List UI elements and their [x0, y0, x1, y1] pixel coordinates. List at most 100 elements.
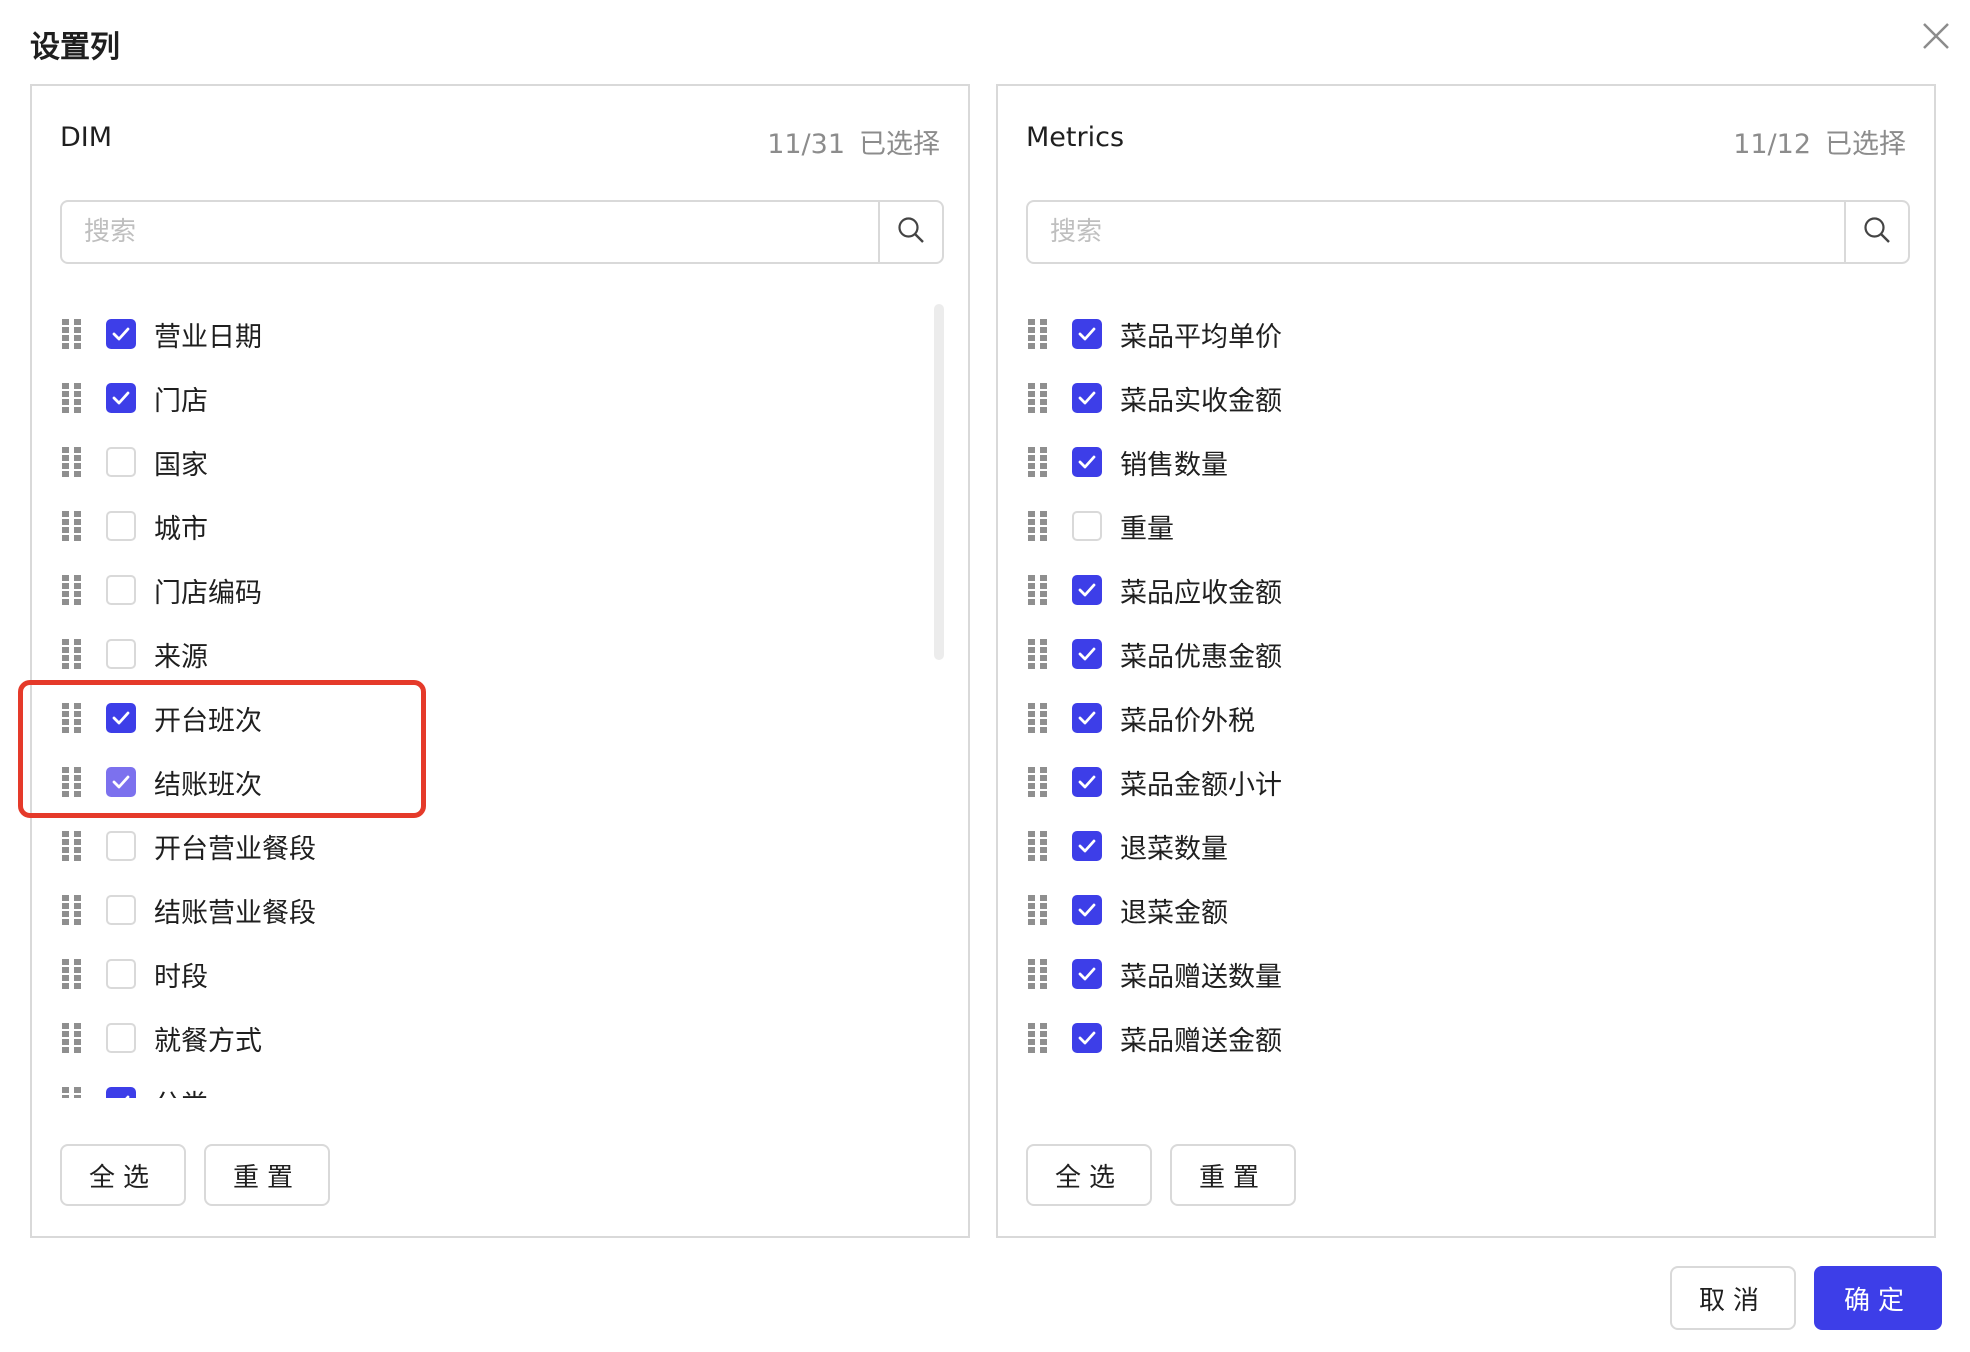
search-icon [1862, 215, 1892, 249]
drag-handle-icon[interactable] [1026, 446, 1050, 478]
metrics-select-all-button[interactable]: 全选 [1026, 1144, 1152, 1206]
checkbox[interactable] [106, 895, 136, 925]
checkbox[interactable] [1072, 639, 1102, 669]
dim-item-label: 国家 [154, 449, 208, 481]
dim-panel-title: DIM [60, 122, 113, 153]
checkbox[interactable] [106, 831, 136, 861]
metrics-item-label: 退菜金额 [1120, 897, 1228, 929]
dim-search-input[interactable] [62, 202, 878, 262]
metrics-item-label: 销售数量 [1120, 449, 1228, 481]
dim-list-item[interactable]: 城市 [60, 494, 910, 558]
dim-list-item[interactable]: 门店 [60, 366, 910, 430]
checkbox[interactable] [1072, 447, 1102, 477]
checkbox[interactable] [106, 1023, 136, 1053]
dim-list-item[interactable]: 分类 [60, 1070, 910, 1098]
checkbox[interactable] [1072, 511, 1102, 541]
checkbox[interactable] [106, 639, 136, 669]
metrics-reset-button[interactable]: 重置 [1170, 1144, 1296, 1206]
metrics-list-item[interactable]: 菜品优惠金额 [1026, 622, 1876, 686]
drag-handle-icon[interactable] [60, 1022, 84, 1054]
dim-list-item[interactable]: 门店编码 [60, 558, 910, 622]
checkbox[interactable] [106, 383, 136, 413]
confirm-button[interactable]: 确定 [1814, 1266, 1942, 1330]
close-icon[interactable] [1918, 18, 1954, 54]
drag-handle-icon[interactable] [1026, 702, 1050, 734]
drag-handle-icon[interactable] [1026, 318, 1050, 350]
drag-handle-icon[interactable] [60, 510, 84, 542]
metrics-item-label: 菜品赠送金额 [1120, 1025, 1282, 1057]
dim-list-item[interactable]: 时段 [60, 942, 910, 1006]
metrics-item-list[interactable]: 菜品平均单价菜品实收金额 销售数量重量菜品应收金额菜品优惠金额 菜品价外税 菜品金额小… [1026, 302, 1876, 1098]
highlight-annotation [18, 680, 426, 818]
drag-handle-icon[interactable] [60, 318, 84, 350]
metrics-list-item[interactable]: 重量 [1026, 494, 1876, 558]
dim-item-label: 营业日期 [154, 321, 262, 353]
checkbox[interactable] [106, 575, 136, 605]
dim-list-item[interactable]: 来源 [60, 622, 910, 686]
metrics-search-box [1026, 200, 1910, 264]
metrics-list-item[interactable]: 菜品赠送金额 [1026, 1006, 1876, 1070]
metrics-item-label: 重量 [1120, 513, 1174, 545]
checkbox[interactable] [1072, 319, 1102, 349]
drag-handle-icon[interactable] [1026, 830, 1050, 862]
drag-handle-icon[interactable] [60, 574, 84, 606]
drag-handle-icon[interactable] [1026, 958, 1050, 990]
metrics-list-item[interactable]: 退菜数量 [1026, 814, 1876, 878]
checkbox[interactable] [106, 447, 136, 477]
drag-handle-icon[interactable] [60, 638, 84, 670]
dim-reset-button[interactable]: 重置 [204, 1144, 330, 1206]
metrics-selected-count: 11/12 已选择 [1733, 129, 1906, 160]
drag-handle-icon[interactable] [60, 382, 84, 414]
metrics-panel-title: Metrics [1026, 122, 1125, 153]
checkbox[interactable] [1072, 1023, 1102, 1053]
checkbox[interactable] [106, 319, 136, 349]
checkbox[interactable] [1072, 959, 1102, 989]
dim-item-label: 结账营业餐段 [154, 897, 316, 929]
checkbox[interactable] [1072, 895, 1102, 925]
dim-scrollbar[interactable] [934, 304, 944, 660]
drag-handle-icon[interactable] [1026, 574, 1050, 606]
drag-handle-icon[interactable] [60, 446, 84, 478]
checkbox[interactable] [1072, 383, 1102, 413]
metrics-list-item[interactable]: 菜品价外税 [1026, 686, 1876, 750]
dim-select-all-button[interactable]: 全选 [60, 1144, 186, 1206]
metrics-list-item[interactable]: 菜品金额小计 [1026, 750, 1876, 814]
dim-item-label: 门店编码 [154, 577, 262, 609]
cancel-button[interactable]: 取消 [1670, 1266, 1796, 1330]
metrics-list-item[interactable]: 退菜金额 [1026, 878, 1876, 942]
drag-handle-icon[interactable] [60, 830, 84, 862]
dim-list-item[interactable]: 就餐方式 [60, 1006, 910, 1070]
dim-list-item[interactable]: 结账营业餐段 [60, 878, 910, 942]
drag-handle-icon[interactable] [1026, 510, 1050, 542]
metrics-list-item[interactable]: 菜品赠送数量 [1026, 942, 1876, 1006]
checkbox[interactable] [1072, 575, 1102, 605]
metrics-list-item[interactable]: 菜品实收金额 [1026, 366, 1876, 430]
metrics-item-label: 菜品应收金额 [1120, 577, 1282, 609]
drag-handle-icon[interactable] [60, 1086, 84, 1098]
checkbox[interactable] [1072, 703, 1102, 733]
drag-handle-icon[interactable] [1026, 638, 1050, 670]
dim-search-button[interactable] [878, 202, 942, 262]
checkbox[interactable] [1072, 831, 1102, 861]
drag-handle-icon[interactable] [1026, 766, 1050, 798]
dim-list-item[interactable]: 开台营业餐段 [60, 814, 910, 878]
drag-handle-icon[interactable] [1026, 1022, 1050, 1054]
metrics-search-button[interactable] [1844, 202, 1908, 262]
drag-handle-icon[interactable] [1026, 382, 1050, 414]
checkbox[interactable] [106, 1087, 136, 1098]
drag-handle-icon[interactable] [60, 958, 84, 990]
dim-list-item[interactable]: 营业日期 [60, 302, 910, 366]
metrics-list-item[interactable]: 菜品平均单价 [1026, 302, 1876, 366]
checkbox[interactable] [106, 511, 136, 541]
drag-handle-icon[interactable] [1026, 894, 1050, 926]
metrics-search-input[interactable] [1028, 202, 1844, 262]
dim-item-label: 门店 [154, 385, 208, 417]
metrics-list-item[interactable]: 菜品应收金额 [1026, 558, 1876, 622]
checkbox[interactable] [1072, 767, 1102, 797]
checkbox[interactable] [106, 959, 136, 989]
metrics-list-item[interactable]: 销售数量 [1026, 430, 1876, 494]
metrics-item-label: 菜品实收金额 [1120, 385, 1282, 417]
dim-item-label: 来源 [154, 641, 208, 673]
drag-handle-icon[interactable] [60, 894, 84, 926]
dim-list-item[interactable]: 国家 [60, 430, 910, 494]
